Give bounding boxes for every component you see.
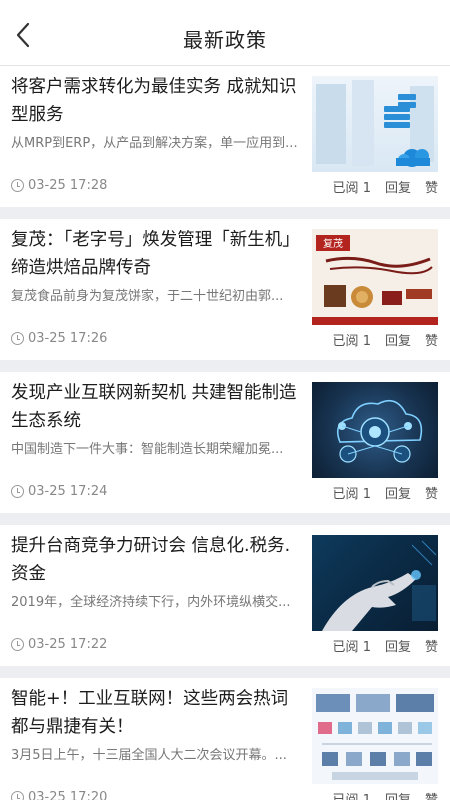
read-label: 已阅	[333, 793, 359, 800]
reply-button[interactable]: 回复	[385, 483, 411, 502]
read-label: 已阅	[332, 487, 359, 502]
article-card[interactable]: 复茂：「老字号」焕发管理「新生机」缔造烘焙品牌传奇 复茂食品前身为复茂饼家，于二…	[0, 219, 450, 360]
article-card[interactable]: 提升台商竞争力研讨会 信息化.税务.资金 2019年，全球经济持续下行，内外环境…	[0, 525, 450, 666]
like-button[interactable]: 赞	[425, 636, 438, 655]
article-time: 03-25 17:22	[28, 637, 108, 652]
article-meta: 03-25 17:20	[11, 790, 107, 800]
article-title[interactable]: 将客户需求转化为最佳实务 成就知识型服务	[11, 73, 301, 129]
article-actions: 已阅 1 回复 赞	[333, 330, 438, 349]
article-actions: 已阅 1 回复 赞	[333, 177, 438, 196]
article-thumbnail[interactable]	[312, 76, 438, 172]
article-actions: 已阅 1 回复 赞	[333, 636, 438, 655]
read-label: 已阅	[332, 640, 359, 655]
like-button[interactable]: 赞	[425, 177, 438, 196]
article-card[interactable]: 智能+！工业互联网！这些两会热词都与鼎捷有关！ 3月5日上午，十三届全国人大二次…	[0, 678, 450, 800]
article-actions: 已阅 1 回复 赞	[333, 789, 438, 800]
article-summary: 从MRP到ERP，从产品到解决方案，单一应用到...	[11, 136, 298, 151]
read-count: 已阅 1	[333, 636, 371, 655]
article-meta: 03-25 17:22	[11, 637, 107, 652]
article-summary: 中国制造下一件大事：智能制造长期荣耀加冕...	[11, 442, 284, 457]
like-button[interactable]: 赞	[425, 483, 438, 502]
article-title[interactable]: 复茂：「老字号」焕发管理「新生机」缔造烘焙品牌传奇	[11, 226, 301, 282]
article-title[interactable]: 发现产业互联网新契机 共建智能制造生态系统	[11, 379, 301, 435]
article-meta: 03-25 17:24	[11, 484, 107, 499]
clock-icon	[11, 485, 24, 498]
article-actions: 已阅 1 回复 赞	[333, 483, 438, 502]
reply-button[interactable]: 回复	[385, 789, 411, 800]
article-summary: 2019年，全球经济持续下行，内外环境纵横交...	[11, 595, 291, 610]
clock-icon	[11, 638, 24, 651]
article-time: 03-25 17:28	[28, 178, 108, 193]
article-meta: 03-25 17:28	[11, 178, 107, 193]
article-thumbnail[interactable]: 复茂	[312, 229, 438, 325]
read-count-value: 1	[362, 181, 371, 196]
top-bar: 最新政策	[0, 0, 450, 66]
reply-button[interactable]: 回复	[385, 177, 411, 196]
article-summary: 3月5日上午，十三届全国人大二次会议开幕。...	[11, 748, 287, 763]
reply-button[interactable]: 回复	[385, 636, 411, 655]
like-button[interactable]: 赞	[425, 789, 438, 800]
read-count-value: 1	[362, 487, 371, 502]
like-button[interactable]: 赞	[425, 330, 438, 349]
read-label: 已阅	[332, 181, 359, 196]
article-card[interactable]: 将客户需求转化为最佳实务 成就知识型服务 从MRP到ERP，从产品到解决方案，单…	[0, 66, 450, 207]
clock-icon	[11, 332, 24, 345]
article-thumbnail[interactable]	[312, 535, 438, 631]
article-time: 03-25 17:20	[28, 790, 108, 800]
article-time: 03-25 17:24	[28, 484, 108, 499]
article-card[interactable]: 发现产业互联网新契机 共建智能制造生态系统 中国制造下一件大事：智能制造长期荣耀…	[0, 372, 450, 513]
article-time: 03-25 17:26	[28, 331, 108, 346]
reply-button[interactable]: 回复	[385, 330, 411, 349]
page-title: 最新政策	[183, 28, 267, 52]
article-thumbnail[interactable]	[312, 382, 438, 478]
clock-icon	[11, 179, 24, 192]
read-count: 已阅 1	[333, 330, 371, 349]
read-count: 已阅 1	[333, 483, 371, 502]
read-count-value: 1	[363, 793, 371, 800]
read-count-value: 1	[362, 640, 371, 655]
read-count: 已阅 1	[333, 177, 371, 196]
article-list: 将客户需求转化为最佳实务 成就知识型服务 从MRP到ERP，从产品到解决方案，单…	[0, 66, 450, 800]
article-meta: 03-25 17:26	[11, 331, 107, 346]
article-thumbnail[interactable]	[312, 688, 438, 784]
read-count: 已阅 1	[333, 789, 371, 800]
clock-icon	[11, 791, 24, 800]
brand-logo: 复茂	[323, 237, 343, 250]
read-label: 已阅	[332, 334, 359, 349]
article-title[interactable]: 智能+！工业互联网！这些两会热词都与鼎捷有关！	[11, 685, 301, 741]
article-title[interactable]: 提升台商竞争力研讨会 信息化.税务.资金	[11, 532, 301, 588]
read-count-value: 1	[362, 334, 371, 349]
article-summary: 复茂食品前身为复茂饼家，于二十世纪初由郭...	[11, 289, 284, 304]
